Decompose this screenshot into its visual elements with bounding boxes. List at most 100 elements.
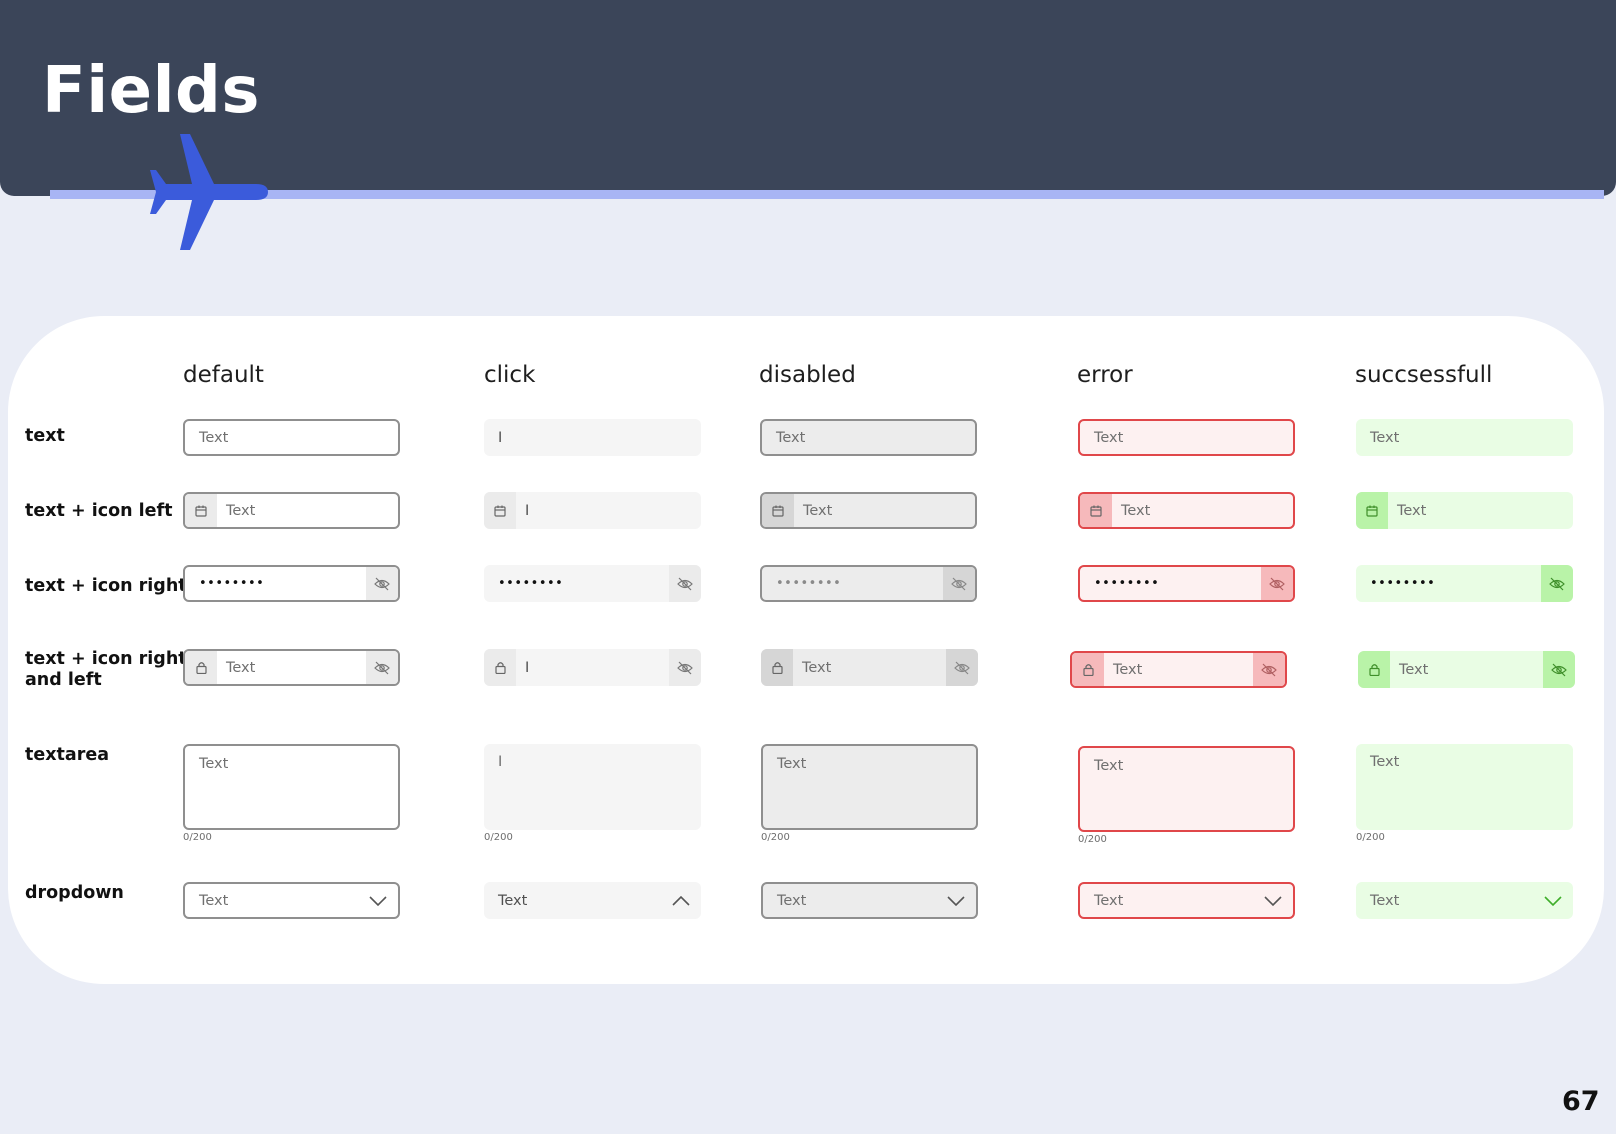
- row-label-icon-both-line2: and left: [25, 670, 102, 690]
- password-dots: ••••••••: [199, 576, 265, 591]
- row-label-textarea: textarea: [25, 745, 110, 765]
- eye-off-icon[interactable]: [1543, 651, 1575, 688]
- field-text: Text: [776, 429, 806, 446]
- eye-off-icon[interactable]: [1541, 565, 1573, 602]
- field-text: Text: [226, 502, 256, 519]
- icon-both-field-error[interactable]: Text: [1070, 651, 1287, 688]
- page-title: Fields: [42, 54, 260, 128]
- dropdown-click[interactable]: Text: [484, 882, 701, 919]
- field-text: Text: [1399, 661, 1429, 678]
- char-counter: 0/200: [1078, 834, 1107, 845]
- chevron-down-icon: [358, 884, 398, 917]
- icon-left-field-success[interactable]: Text: [1356, 492, 1573, 529]
- calendar-icon: [1356, 492, 1388, 529]
- page-number: 67: [1562, 1086, 1600, 1117]
- chevron-down-icon: [1253, 884, 1293, 917]
- dropdown-default[interactable]: Text: [183, 882, 400, 919]
- eye-off-icon[interactable]: [1261, 567, 1293, 600]
- icon-both-field-success[interactable]: Text: [1358, 651, 1575, 688]
- password-field-error[interactable]: ••••••••: [1078, 565, 1295, 602]
- calendar-icon: [762, 494, 794, 527]
- icon-both-field-default[interactable]: Text: [183, 649, 400, 686]
- char-counter: 0/200: [484, 832, 513, 843]
- header-accent-line: [50, 190, 1604, 199]
- lock-icon: [1072, 653, 1104, 686]
- text-field-error[interactable]: Text: [1078, 419, 1295, 456]
- field-text: Text: [777, 756, 807, 772]
- dropdown-success[interactable]: Text: [1356, 882, 1573, 919]
- password-dots: ••••••••: [1370, 576, 1436, 591]
- field-cursor: I: [525, 659, 530, 676]
- icon-left-field-default[interactable]: Text: [183, 492, 400, 529]
- field-text: Text: [1094, 758, 1124, 774]
- textarea-click[interactable]: I: [484, 744, 701, 830]
- password-field-disabled: ••••••••: [760, 565, 977, 602]
- chevron-down-icon: [1533, 882, 1573, 919]
- calendar-icon: [185, 494, 217, 527]
- icon-left-field-click[interactable]: I: [484, 492, 701, 529]
- field-text: Text: [803, 502, 833, 519]
- text-field-success[interactable]: Text: [1356, 419, 1573, 456]
- eye-off-icon[interactable]: [669, 649, 701, 686]
- password-field-click[interactable]: ••••••••: [484, 565, 701, 602]
- field-text: Text: [1370, 892, 1400, 909]
- column-header-error: error: [1077, 362, 1133, 388]
- field-text: Text: [199, 756, 229, 772]
- eye-off-icon[interactable]: [366, 651, 398, 684]
- eye-off-icon[interactable]: [1253, 653, 1285, 686]
- row-label-icon-right: text + icon right: [25, 576, 187, 596]
- icon-both-field-click[interactable]: I: [484, 649, 701, 686]
- password-dots: ••••••••: [1094, 576, 1160, 591]
- column-header-default: default: [183, 362, 264, 388]
- chevron-down-icon: [936, 884, 976, 917]
- column-header-successful: succsessfull: [1355, 362, 1493, 388]
- eye-off-icon: [943, 567, 975, 600]
- field-text: Text: [1113, 661, 1143, 678]
- calendar-icon: [484, 492, 516, 529]
- lock-icon: [1358, 651, 1390, 688]
- row-label-icon-both: text + icon right and left: [25, 649, 187, 691]
- field-text: Text: [226, 659, 256, 676]
- chevron-up-icon: [661, 882, 701, 919]
- row-label-dropdown: dropdown: [25, 883, 124, 903]
- field-cursor: I: [525, 502, 530, 519]
- eye-off-icon[interactable]: [366, 567, 398, 600]
- textarea-error[interactable]: Text: [1078, 746, 1295, 832]
- icon-left-field-disabled: Text: [760, 492, 977, 529]
- lock-icon: [761, 649, 793, 686]
- textarea-success[interactable]: Text: [1356, 744, 1573, 830]
- row-label-icon-left: text + icon left: [25, 501, 173, 521]
- field-text: Text: [1094, 429, 1124, 446]
- icon-both-field-disabled: Text: [761, 649, 978, 686]
- field-text: Text: [1121, 502, 1151, 519]
- char-counter: 0/200: [1356, 832, 1385, 843]
- field-text: Text: [1370, 754, 1400, 770]
- password-field-default[interactable]: ••••••••: [183, 565, 400, 602]
- field-text: Text: [802, 659, 832, 676]
- dropdown-disabled: Text: [761, 882, 978, 919]
- airplane-icon: [150, 134, 268, 250]
- field-cursor: I: [498, 429, 503, 446]
- text-field-click[interactable]: I: [484, 419, 701, 456]
- eye-off-icon[interactable]: [669, 565, 701, 602]
- field-text: Text: [199, 429, 229, 446]
- password-dots: ••••••••: [498, 576, 564, 591]
- password-field-success[interactable]: ••••••••: [1356, 565, 1573, 602]
- field-text: Text: [1370, 429, 1400, 446]
- field-cursor: I: [498, 754, 503, 770]
- lock-icon: [185, 651, 217, 684]
- field-text: Text: [777, 892, 807, 909]
- field-text: Text: [1397, 502, 1427, 519]
- textarea-default[interactable]: Text: [183, 744, 400, 830]
- row-label-text: text: [25, 426, 65, 446]
- column-header-disabled: disabled: [759, 362, 856, 388]
- field-text: Text: [1094, 892, 1124, 909]
- field-text: Text: [199, 892, 229, 909]
- icon-left-field-error[interactable]: Text: [1078, 492, 1295, 529]
- eye-off-icon: [946, 649, 978, 686]
- textarea-disabled: Text: [761, 744, 978, 830]
- dropdown-error[interactable]: Text: [1078, 882, 1295, 919]
- text-field-default[interactable]: Text: [183, 419, 400, 456]
- password-dots: ••••••••: [776, 576, 842, 591]
- column-header-click: click: [484, 362, 536, 388]
